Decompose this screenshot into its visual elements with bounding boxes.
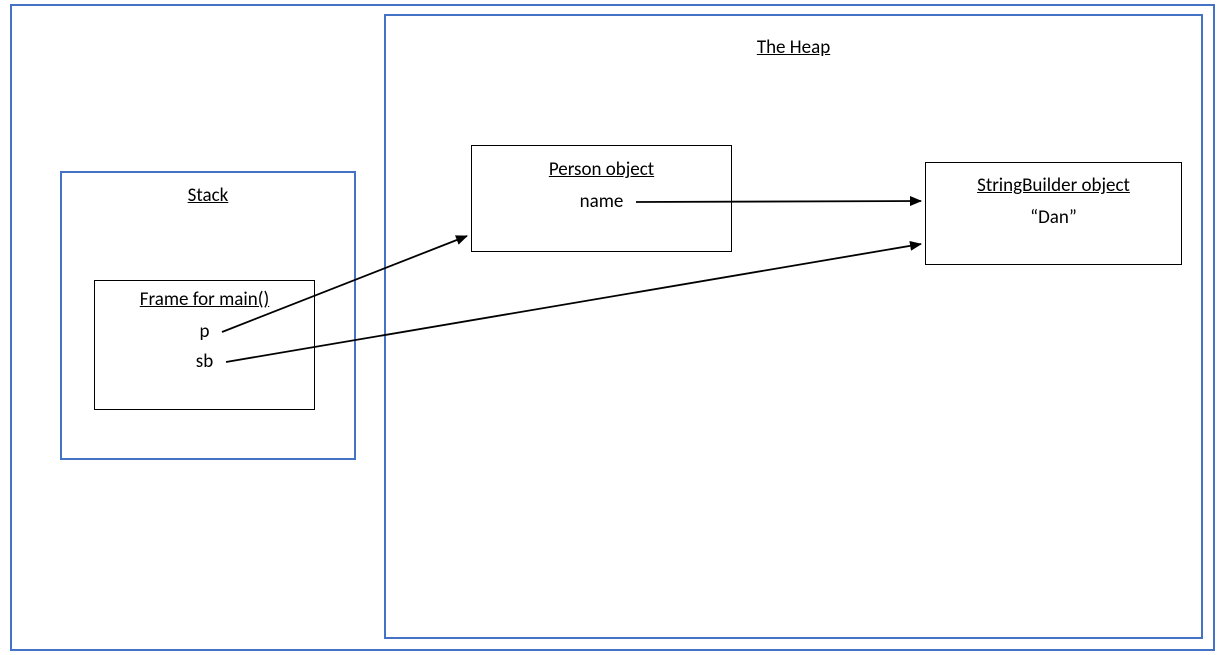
heap-person-field-name-text: name	[580, 190, 624, 213]
heap-title: The Heap	[384, 36, 1203, 59]
stack-var-sb-text: sb	[196, 350, 213, 373]
heap-stringbuilder-value-text: “Dan”	[1030, 206, 1077, 229]
heap-person-title-text: Person object	[549, 158, 654, 181]
stack-title-text: Stack	[188, 184, 229, 207]
stack-frame-title: Frame for main()	[94, 288, 315, 311]
heap-stringbuilder-title-text: StringBuilder object	[977, 174, 1130, 197]
stack-frame-title-text: Frame for main()	[140, 288, 269, 311]
stack-title: Stack	[60, 184, 356, 207]
stack-var-p-text: p	[200, 320, 210, 343]
heap-stringbuilder-value: “Dan”	[925, 206, 1182, 229]
heap-region	[384, 14, 1203, 639]
heap-stringbuilder-title: StringBuilder object	[925, 174, 1182, 197]
heap-person-field-name: name	[471, 190, 732, 213]
stack-var-sb: sb	[94, 350, 315, 373]
heap-title-text: The Heap	[757, 36, 830, 59]
heap-person-title: Person object	[471, 158, 732, 181]
stack-var-p: p	[94, 320, 315, 343]
